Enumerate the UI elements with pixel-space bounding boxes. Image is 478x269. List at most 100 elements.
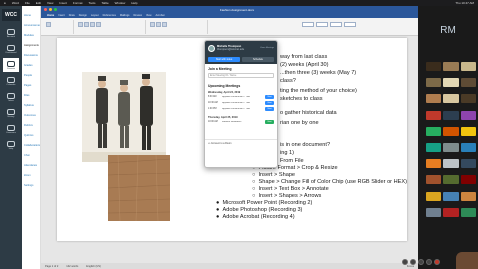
- menubar-item[interactable]: File: [25, 1, 30, 5]
- connect-to-room-link[interactable]: ▭ Connect to a Room: [205, 140, 277, 147]
- course-link-discussions[interactable]: Discussions: [24, 54, 40, 57]
- schedule-button[interactable]: Schedule: [242, 57, 274, 62]
- swatch[interactable]: [443, 159, 459, 169]
- swatch[interactable]: [426, 175, 442, 185]
- course-link-quizzes[interactable]: Quizzes: [24, 134, 40, 137]
- course-link-zoom[interactable]: Zoom: [24, 174, 40, 177]
- mute-icon[interactable]: [402, 258, 408, 265]
- chat-icon[interactable]: [426, 258, 432, 265]
- apple-icon[interactable]: ●: [4, 1, 6, 5]
- menubar-item[interactable]: Insert: [59, 1, 67, 5]
- tab-acrobat[interactable]: Acrobat: [156, 14, 165, 17]
- swatch[interactable]: [460, 78, 476, 88]
- nav-history[interactable]: History: [3, 106, 19, 120]
- swatch[interactable]: [443, 78, 459, 88]
- menubar-item[interactable]: Help: [131, 1, 137, 5]
- swatch[interactable]: [443, 191, 459, 201]
- align-left-icon[interactable]: [162, 22, 167, 27]
- paste-icon[interactable]: [46, 22, 51, 27]
- share-icon[interactable]: [418, 258, 424, 265]
- swatch[interactable]: [443, 126, 459, 136]
- nav-calendar[interactable]: Calendar: [3, 74, 19, 88]
- start-meeting-button[interactable]: Start: [265, 120, 274, 124]
- swatch[interactable]: [443, 142, 459, 152]
- nav-account[interactable]: Account: [3, 26, 19, 40]
- start-meeting-button[interactable]: Start: [265, 101, 274, 105]
- swatch[interactable]: [460, 175, 476, 185]
- swatch[interactable]: [426, 159, 442, 169]
- menubar-item[interactable]: Window: [115, 1, 126, 5]
- self-video-thumbnail[interactable]: [456, 252, 478, 269]
- style-no-spacing[interactable]: [316, 22, 328, 27]
- style-normal[interactable]: [302, 22, 314, 27]
- swatch[interactable]: [426, 191, 442, 201]
- swatch[interactable]: [426, 207, 442, 217]
- end-call-icon[interactable]: [434, 258, 440, 265]
- tab-layout[interactable]: Layout: [91, 14, 99, 17]
- course-link-rubrics[interactable]: Rubrics: [24, 124, 40, 127]
- tab-design[interactable]: Design: [79, 14, 87, 17]
- swatch[interactable]: [460, 126, 476, 136]
- nav-commons[interactable]: Commons: [3, 122, 19, 136]
- course-link-announcements[interactable]: Announcements: [24, 24, 40, 27]
- numbering-icon[interactable]: [156, 22, 161, 27]
- style-heading-1[interactable]: [330, 22, 342, 27]
- nav-inbox[interactable]: Inbox: [3, 90, 19, 104]
- close-icon[interactable]: [44, 8, 47, 11]
- swatch[interactable]: [426, 94, 442, 104]
- status-words[interactable]: 142 words: [66, 265, 78, 268]
- school-logo[interactable]: WCC: [2, 9, 20, 21]
- italic-icon[interactable]: [84, 22, 89, 27]
- course-link-grades[interactable]: Grades: [24, 64, 40, 67]
- swatch[interactable]: [443, 207, 459, 217]
- status-page[interactable]: Page 1 of 2: [45, 265, 58, 268]
- swatch[interactable]: [460, 191, 476, 201]
- menubar-item[interactable]: Tools: [88, 1, 95, 5]
- meeting-id-input[interactable]: Enter Meeting ID / Name: [208, 73, 274, 78]
- tab-insert[interactable]: Insert: [58, 14, 65, 17]
- menubar-app[interactable]: Word: [12, 1, 19, 5]
- swatch[interactable]: [426, 126, 442, 136]
- course-link-attendance[interactable]: Attendance: [24, 164, 40, 167]
- underline-icon[interactable]: [90, 22, 95, 27]
- course-link-collaborations[interactable]: Collaborations: [24, 144, 40, 147]
- course-link-people[interactable]: People: [24, 74, 40, 77]
- nav-dashboard[interactable]: Dashboard: [3, 42, 19, 56]
- swatch[interactable]: [460, 159, 476, 169]
- style-heading-2[interactable]: [344, 22, 356, 27]
- swatch[interactable]: [443, 62, 459, 71]
- tab-draw[interactable]: Draw: [69, 14, 75, 17]
- swatch[interactable]: [460, 142, 476, 152]
- swatch[interactable]: [460, 94, 476, 104]
- nav-help[interactable]: Help: [3, 138, 19, 152]
- course-link-syllabus[interactable]: Syllabus: [24, 104, 40, 107]
- bullets-icon[interactable]: [150, 22, 155, 27]
- swatch[interactable]: [443, 175, 459, 185]
- start-meeting-button[interactable]: Start: [265, 95, 274, 99]
- course-link-pages[interactable]: Pages: [24, 84, 40, 87]
- start-with-video-button[interactable]: Start with video: [208, 57, 240, 62]
- swatch[interactable]: [460, 62, 476, 71]
- course-link-outcomes[interactable]: Outcomes: [24, 114, 40, 117]
- menubar-item[interactable]: Table: [101, 1, 108, 5]
- nav-courses[interactable]: Courses: [3, 58, 19, 72]
- tab-home[interactable]: Home: [47, 14, 54, 17]
- start-meeting-button[interactable]: Start: [265, 107, 274, 111]
- swatch[interactable]: [426, 110, 442, 120]
- fabric-swatch-image[interactable]: [107, 154, 171, 222]
- course-link-chat[interactable]: Chat: [24, 154, 40, 157]
- menubar-item[interactable]: Format: [73, 1, 83, 5]
- tab-view[interactable]: View: [146, 14, 152, 17]
- swatch[interactable]: [443, 94, 459, 104]
- video-icon[interactable]: [410, 258, 416, 265]
- course-link-assignments[interactable]: Assignments: [24, 44, 40, 47]
- tab-review[interactable]: Review: [133, 14, 142, 17]
- status-language[interactable]: English (US): [86, 265, 101, 268]
- minimize-icon[interactable]: [49, 8, 52, 11]
- swatch[interactable]: [460, 207, 476, 217]
- course-link-home[interactable]: Home: [24, 14, 40, 17]
- menubar-item[interactable]: View: [47, 1, 53, 5]
- menubar-item[interactable]: Edit: [36, 1, 41, 5]
- font-color-icon[interactable]: [96, 22, 101, 27]
- swatch[interactable]: [443, 110, 459, 120]
